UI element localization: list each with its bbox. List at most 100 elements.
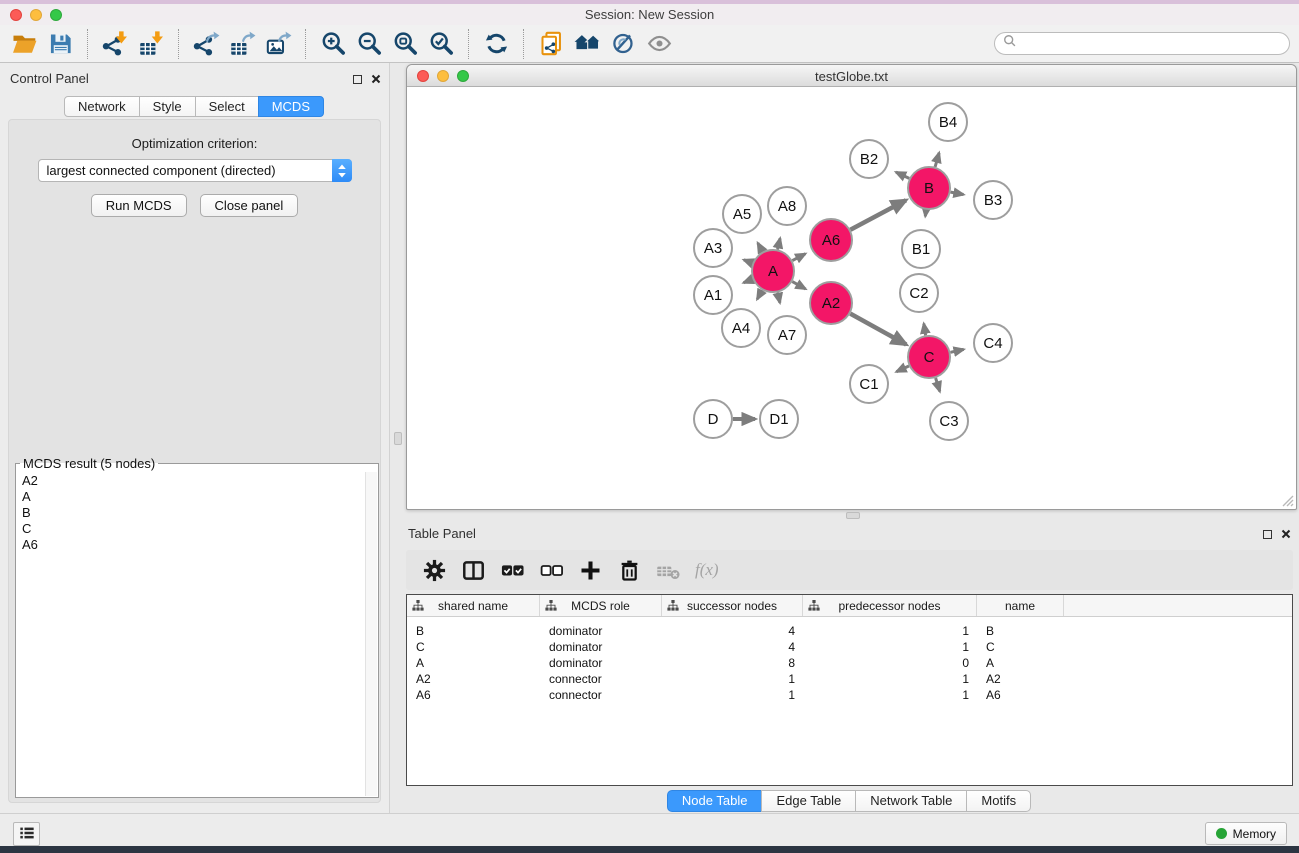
node-C3[interactable]: C3: [930, 402, 968, 440]
node-B2[interactable]: B2: [850, 140, 888, 178]
cell-successor-nodes[interactable]: 1: [662, 687, 803, 703]
node-A3[interactable]: A3: [694, 229, 732, 267]
cell-name[interactable]: A: [977, 655, 1064, 671]
result-item[interactable]: A6: [18, 537, 364, 553]
zoom-selected-button[interactable]: [423, 27, 459, 61]
column-header-successor-nodes[interactable]: successor nodes: [662, 595, 803, 616]
add-row-button[interactable]: [574, 554, 606, 586]
table-row[interactable]: Adominator80A: [407, 655, 1292, 671]
network-graph[interactable]: AA1A2A3A4A5A6A7A8BB1B2B3B4CC1C2C3C4DD1: [408, 88, 1295, 508]
function-builder-button[interactable]: f(x): [691, 554, 723, 586]
result-item[interactable]: A: [18, 489, 364, 505]
node-B3[interactable]: B3: [974, 181, 1012, 219]
tab-node-table[interactable]: Node Table: [667, 790, 763, 812]
cell-shared-name[interactable]: C: [407, 639, 540, 655]
cell-predecessor-nodes[interactable]: 1: [803, 687, 977, 703]
window-resize-grip[interactable]: [1280, 493, 1294, 507]
edge-A-A5[interactable]: [758, 243, 763, 252]
control-panel-float-icon[interactable]: [353, 75, 362, 84]
cell-shared-name[interactable]: A: [407, 655, 540, 671]
table-row[interactable]: A2connector11A2: [407, 671, 1292, 687]
export-image-button[interactable]: [260, 27, 296, 61]
criterion-select[interactable]: largest connected component (directed): [38, 159, 352, 182]
zoom-fit-button[interactable]: [387, 27, 423, 61]
node-A6[interactable]: A6: [810, 219, 852, 261]
node-A1[interactable]: A1: [694, 276, 732, 314]
network-canvas[interactable]: AA1A2A3A4A5A6A7A8BB1B2B3B4CC1C2C3C4DD1: [408, 88, 1295, 508]
column-header-name[interactable]: name: [977, 595, 1064, 616]
node-B[interactable]: B: [908, 167, 950, 209]
open-folder-button[interactable]: [6, 27, 42, 61]
tab-style[interactable]: Style: [139, 96, 196, 117]
delete-table-button[interactable]: [652, 554, 684, 586]
tab-select[interactable]: Select: [195, 96, 259, 117]
node-A5[interactable]: A5: [723, 195, 761, 233]
cell-mcds-role[interactable]: connector: [540, 687, 662, 703]
import-network-button[interactable]: [97, 27, 133, 61]
result-item[interactable]: C: [18, 521, 364, 537]
result-item[interactable]: A2: [18, 473, 364, 489]
table-panel-close-icon[interactable]: [1281, 527, 1291, 542]
import-table-button[interactable]: [133, 27, 169, 61]
edge-A-A8[interactable]: [778, 238, 781, 249]
tab-network-table[interactable]: Network Table: [855, 790, 967, 812]
cell-successor-nodes[interactable]: 4: [662, 623, 803, 639]
node-C[interactable]: C: [908, 336, 950, 378]
column-header-mcds-role[interactable]: MCDS role: [540, 595, 662, 616]
cell-successor-nodes[interactable]: 8: [662, 655, 803, 671]
panel-splitter-horizontal[interactable]: [390, 510, 1299, 520]
tab-mcds[interactable]: MCDS: [258, 96, 324, 117]
column-header-predecessor-nodes[interactable]: predecessor nodes: [803, 595, 977, 616]
clone-network-button[interactable]: [533, 27, 569, 61]
cell-mcds-role[interactable]: dominator: [540, 639, 662, 655]
task-history-button[interactable]: [13, 822, 40, 846]
edge-B-B2[interactable]: [896, 172, 909, 178]
cell-mcds-role[interactable]: connector: [540, 671, 662, 687]
edge-A-A1[interactable]: [744, 279, 753, 283]
node-C1[interactable]: C1: [850, 365, 888, 403]
result-item[interactable]: B: [18, 505, 364, 521]
edge-C-C3[interactable]: [936, 378, 940, 391]
table-row[interactable]: A6connector11A6: [407, 687, 1292, 703]
node-B1[interactable]: B1: [902, 230, 940, 268]
cell-successor-nodes[interactable]: 1: [662, 671, 803, 687]
run-mcds-button[interactable]: Run MCDS: [91, 194, 187, 217]
result-scrollbar[interactable]: [365, 472, 377, 796]
table-row[interactable]: Bdominator41B: [407, 623, 1292, 639]
eye-button[interactable]: [641, 27, 677, 61]
cell-predecessor-nodes[interactable]: 1: [803, 623, 977, 639]
splitter-handle-icon[interactable]: [394, 432, 402, 445]
node-A2[interactable]: A2: [810, 282, 852, 324]
cell-name[interactable]: A2: [977, 671, 1064, 687]
node-D[interactable]: D: [694, 400, 732, 438]
tab-edge-table[interactable]: Edge Table: [761, 790, 856, 812]
cell-name[interactable]: B: [977, 623, 1064, 639]
memory-button[interactable]: Memory: [1205, 822, 1287, 845]
node-A[interactable]: A: [752, 250, 794, 292]
cell-name[interactable]: C: [977, 639, 1064, 655]
cell-mcds-role[interactable]: dominator: [540, 623, 662, 639]
cell-predecessor-nodes[interactable]: 1: [803, 639, 977, 655]
node-D1[interactable]: D1: [760, 400, 798, 438]
home-pair-button[interactable]: [569, 27, 605, 61]
column-header-shared-name[interactable]: shared name: [407, 595, 540, 616]
cell-shared-name[interactable]: A2: [407, 671, 540, 687]
toggle-details-button[interactable]: [605, 27, 641, 61]
control-panel-close-icon[interactable]: [371, 72, 381, 87]
tab-network[interactable]: Network: [64, 96, 140, 117]
cell-name[interactable]: A6: [977, 687, 1064, 703]
refresh-button[interactable]: [478, 27, 514, 61]
edge-A2-C[interactable]: [850, 314, 906, 345]
delete-row-button[interactable]: [613, 554, 645, 586]
save-button[interactable]: [42, 27, 78, 61]
edge-C-C4[interactable]: [951, 349, 964, 352]
select-all-button[interactable]: [496, 554, 528, 586]
deselect-all-button[interactable]: [535, 554, 567, 586]
node-A4[interactable]: A4: [722, 309, 760, 347]
tab-motifs[interactable]: Motifs: [966, 790, 1031, 812]
edge-A-A4[interactable]: [757, 290, 762, 299]
edge-A-A6[interactable]: [792, 254, 805, 261]
edge-C-C2[interactable]: [924, 324, 926, 336]
export-table-button[interactable]: [224, 27, 260, 61]
edge-A-A2[interactable]: [792, 282, 805, 289]
